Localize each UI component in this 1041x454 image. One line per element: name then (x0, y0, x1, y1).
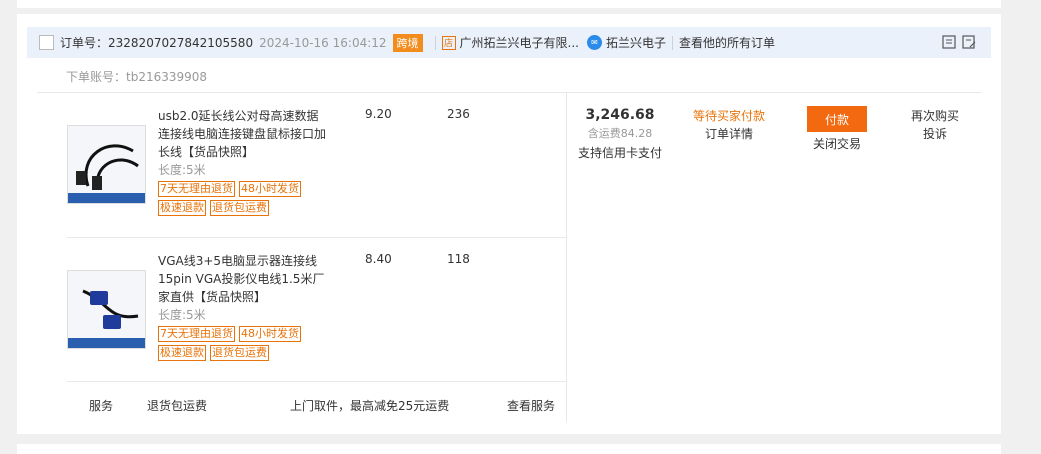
next-card (17, 444, 1001, 454)
credit-card-note: 支持信用卡支付 (577, 146, 662, 160)
shop-name-link[interactable]: 广州拓兰兴电子有限... (460, 34, 579, 51)
order-header: 订单号： 2328207027842105580 2024-10-16 16:0… (27, 27, 991, 58)
badge[interactable]: 极速退款 (158, 200, 206, 216)
order-checkbox[interactable] (39, 35, 54, 50)
service-desc: 上门取件，最高减免25元运费 (290, 399, 450, 413)
order-number-label: 订单号： (60, 36, 109, 50)
product-title[interactable]: usb2.0延长线公对母高速数据连接线电脑连接键盘鼠标接口加长线【货品快照】 (158, 107, 330, 161)
quantity: 236 (447, 107, 470, 121)
close-order-link[interactable]: 关闭交易 (807, 135, 867, 152)
status-text: 等待买家付款 (692, 109, 765, 123)
more-actions: 再次购买 投诉 (905, 107, 965, 143)
snapshot-link[interactable]: 【货品快照】 (194, 290, 266, 304)
badge[interactable]: 48小时发货 (239, 181, 301, 197)
note-icon[interactable] (941, 34, 957, 50)
order-detail-link[interactable]: 订单详情 (685, 125, 773, 143)
buyer-account: 下单账号：tb216339908 (66, 70, 208, 84)
service-label: 服务 (89, 399, 114, 413)
badge[interactable]: 极速退款 (158, 345, 206, 361)
unit-price: 8.40 (365, 252, 392, 266)
order-number: 2328207027842105580 (108, 35, 254, 50)
pay-button[interactable]: 付款 (807, 106, 867, 132)
product-spec: 长度:5米 (158, 308, 206, 322)
snapshot-link[interactable]: 【货品快照】 (182, 145, 254, 159)
shop-icon: 店 (441, 35, 456, 50)
complain-link[interactable]: 投诉 (905, 125, 965, 143)
divider (37, 92, 982, 93)
edit-note-icon[interactable] (961, 34, 977, 50)
service-badges: 7天无理由退货 48小时发货 极速退款 退货包运费 (158, 181, 338, 216)
rebuy-link[interactable]: 再次购买 (905, 107, 965, 125)
product-image[interactable] (67, 270, 146, 349)
badge[interactable]: 7天无理由退货 (158, 181, 235, 197)
badge[interactable]: 48小时发货 (239, 326, 301, 342)
product-spec: 长度:5米 (158, 163, 206, 177)
order-total: 3,246.68 含运费84.28 支持信用卡支付 (575, 107, 665, 161)
divider (67, 381, 566, 382)
buyer-id: tb216339908 (126, 70, 208, 84)
product-title[interactable]: VGA线3+5电脑显示器连接线15pin VGA投影仪电线1.5米厂家直供【货品… (158, 252, 330, 306)
badge[interactable]: 7天无理由退货 (158, 326, 235, 342)
pay-actions: 付款 关闭交易 (807, 106, 867, 152)
badge[interactable]: 退货包运费 (210, 345, 269, 361)
view-service-link[interactable]: 查看服务 (507, 397, 555, 414)
order-status: 等待买家付款 订单详情 (685, 107, 773, 143)
column-divider (566, 92, 567, 422)
product-image[interactable] (67, 125, 146, 204)
all-orders-link[interactable]: 查看他的所有订单 (679, 34, 775, 51)
shipping-fee: 含运费84.28 (587, 127, 653, 140)
divider (672, 35, 673, 50)
order-time: 2024-10-16 16:04:12 (259, 35, 387, 50)
vga-cable-icon (68, 289, 145, 348)
unit-price: 9.20 (365, 107, 392, 121)
previous-card (17, 0, 1001, 8)
badge[interactable]: 退货包运费 (210, 200, 269, 216)
usb-cable-icon (68, 144, 145, 203)
total-amount: 3,246.68 (585, 107, 655, 123)
divider (434, 35, 436, 50)
cross-border-tag: 跨境 (392, 33, 423, 52)
wangwang-name[interactable]: 拓兰兴电子 (606, 34, 666, 51)
chat-icon[interactable]: ✉ (586, 35, 602, 50)
service-badges: 7天无理由退货 48小时发货 极速退款 退货包运费 (158, 326, 338, 361)
divider (67, 237, 566, 238)
quantity: 118 (447, 252, 470, 266)
service-name: 退货包运费 (147, 399, 208, 413)
